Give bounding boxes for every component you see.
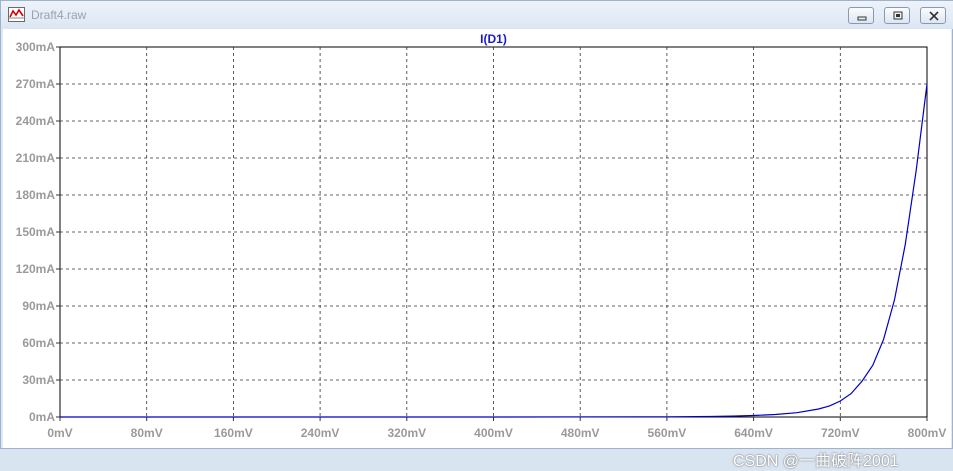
x-tick-label: 160mV — [214, 426, 253, 440]
y-tick-label: 210mA — [16, 151, 56, 165]
y-tick-label: 0mA — [29, 410, 55, 424]
x-tick-label: 400mV — [474, 426, 513, 440]
title-bar[interactable]: Draft4.raw — [1, 1, 953, 29]
x-tick-label: 80mV — [131, 426, 163, 440]
y-tick-label: 270mA — [16, 77, 56, 91]
close-button[interactable] — [920, 7, 946, 24]
minimize-button[interactable] — [848, 7, 874, 24]
y-tick-label: 300mA — [16, 40, 56, 54]
x-tick-label: 320mV — [387, 426, 426, 440]
x-tick-label: 560mV — [648, 426, 687, 440]
y-tick-label: 30mA — [22, 373, 55, 387]
plot-area[interactable]: 0mA 30mA 60mA 90mA 120mA 150mA 180mA 210mA 240mA… — [3, 29, 951, 470]
current-chart[interactable]: 0mA 30mA 60mA 90mA 120mA 150mA 180mA 210mA 240mA… — [3, 29, 951, 448]
minimize-icon — [857, 16, 867, 21]
y-tick-label: 120mA — [16, 262, 56, 276]
waveform-icon — [8, 7, 25, 22]
y-tick-label: 180mA — [16, 188, 56, 202]
x-tick-label: 640mV — [734, 426, 773, 440]
x-tick-label: 240mV — [301, 426, 340, 440]
x-tick-label: 480mV — [561, 426, 600, 440]
y-tick-label: 150mA — [16, 225, 56, 239]
y-tick-label: 90mA — [22, 299, 55, 313]
restore-button[interactable] — [884, 7, 910, 24]
y-tick-label: 60mA — [22, 336, 55, 350]
x-tick-label: 720mV — [821, 426, 860, 440]
x-tick-label: 0mV — [47, 426, 72, 440]
chart-title: I(D1) — [480, 32, 507, 46]
restore-icon — [893, 11, 903, 20]
watermark-text: CSDN @一曲破阵2001 — [733, 453, 899, 470]
window-title: Draft4.raw — [31, 8, 87, 22]
close-icon — [929, 11, 939, 21]
x-tick-label: 800mV — [908, 426, 947, 440]
plot-window: Draft4.raw 0mA 30mA 60mA 90mA 120mA 150mA 180m… — [0, 0, 953, 470]
y-tick-label: 240mA — [16, 114, 56, 128]
